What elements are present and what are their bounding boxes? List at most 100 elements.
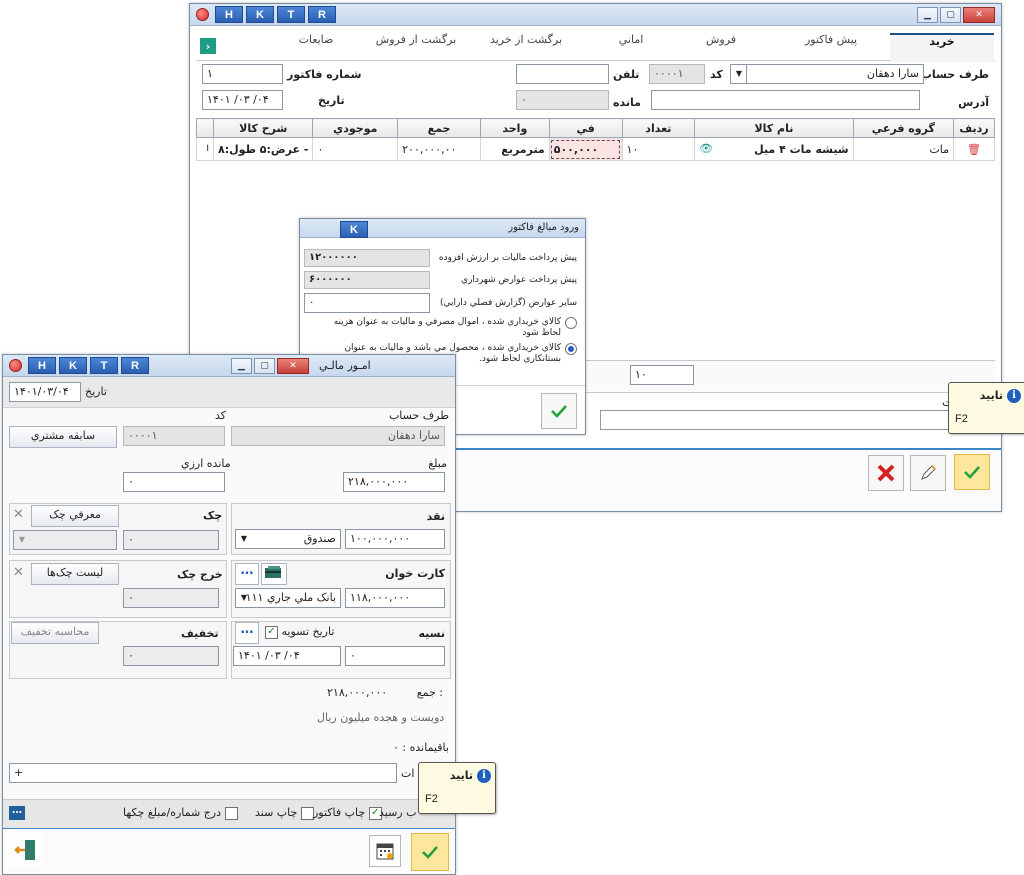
trash-icon[interactable]: 🗑	[967, 143, 981, 156]
settle-date-checkbox[interactable]: ✓	[265, 625, 278, 639]
customer-history-button[interactable]: سابقه مشتري	[9, 426, 117, 448]
minimize-button[interactable]: ▁	[917, 7, 938, 23]
tab-waste[interactable]: ضایعات	[276, 33, 356, 60]
dialog-confirm-button[interactable]	[541, 393, 577, 429]
maximize-button[interactable]: ▢	[940, 7, 961, 23]
table-row[interactable]: 🗑 مات شیشه مات ۴ میل 👁 ۱۰ ۵۰۰,۰۰۰ مترمرب…	[195, 137, 995, 161]
card-amount-field[interactable]: ۱۱۸,۰۰۰,۰۰۰	[345, 588, 445, 608]
cash-box-select[interactable]: صندوق ▼	[235, 529, 341, 549]
calculate-discount-button[interactable]: محاسبه تخفیف	[11, 622, 99, 644]
cheque-select[interactable]: ▼	[13, 530, 117, 550]
options-more-button[interactable]: …	[9, 806, 25, 820]
column-header-subgroup[interactable]: گروه فرعي	[852, 118, 955, 138]
cheque-numbers-checkbox[interactable]	[224, 806, 238, 820]
title-button-k[interactable]: K	[246, 6, 274, 23]
address-field[interactable]	[651, 90, 920, 110]
print-doc-option[interactable]: چاپ سند	[255, 806, 314, 820]
cell-product-name[interactable]: شیشه مات ۴ میل 👁	[694, 137, 854, 161]
cell-price[interactable]: ۵۰۰,۰۰۰	[548, 137, 623, 161]
municipal-tax-field[interactable]: ۶۰۰۰۰۰۰	[304, 271, 430, 289]
column-header-row-number[interactable]: ردیف	[953, 118, 995, 138]
cheque-list-button[interactable]: لیست چک‌ها	[31, 563, 119, 585]
title-button-h[interactable]: H	[215, 6, 243, 23]
account-dropdown-button[interactable]: ▼	[730, 64, 747, 84]
code-field[interactable]: ۰۰۰۰۱	[649, 64, 705, 84]
title-button-h[interactable]: H	[28, 357, 56, 374]
tab-sales-return[interactable]: برگشت از فروش	[366, 33, 466, 60]
product-radio[interactable]	[565, 343, 577, 355]
column-header-product-name[interactable]: نام کالا	[694, 118, 854, 138]
maximize-button[interactable]: ▢	[254, 358, 275, 374]
cell-total[interactable]: ۲۰۰,۰۰۰,۰۰	[397, 137, 481, 161]
cheque-numbers-option[interactable]: درج شماره/مبلغ چکها	[123, 806, 238, 820]
finance-date-field[interactable]: ۱۴۰۱/۰۳/۰۴	[9, 382, 81, 402]
notes-field[interactable]	[600, 410, 995, 430]
column-header-price[interactable]: في	[548, 118, 623, 138]
exit-button[interactable]	[9, 833, 43, 867]
cheque-intro-button[interactable]: معرفي چک	[31, 505, 119, 527]
tab-sales[interactable]: فروش	[686, 33, 756, 60]
close-button[interactable]: ✕	[277, 358, 309, 374]
title-button-r[interactable]: R	[121, 357, 149, 374]
invoice-number-field[interactable]: ۱	[202, 64, 283, 84]
card-terminal-icon[interactable]	[261, 563, 287, 585]
title-button-k[interactable]: K	[340, 221, 368, 238]
title-button-k[interactable]: K	[59, 357, 87, 374]
date-field[interactable]: ۱۴۰۱ /۰۳ /۰۴	[202, 90, 283, 110]
settle-date-toggle[interactable]: ✓ تاریخ تسویه	[265, 625, 334, 639]
tab-consignment[interactable]: اماني	[596, 33, 666, 60]
cell-description[interactable]: - عرض:۵ طول:۸	[213, 137, 314, 161]
cash-amount-field[interactable]: ۱۰۰,۰۰۰,۰۰۰	[345, 529, 445, 549]
tab-purchase-return[interactable]: برگشت از خرید	[476, 33, 576, 60]
notes-field[interactable]: +	[9, 763, 397, 783]
credit-amount-field[interactable]: ۰	[345, 646, 445, 666]
calendar-button[interactable]	[369, 835, 401, 867]
title-button-t[interactable]: T	[277, 6, 305, 23]
cell-quantity[interactable]: ۱۰	[621, 137, 696, 161]
dialog-title-bar: K ورود مبالغ فاکتور	[300, 219, 585, 238]
amount-field[interactable]: ۲۱۸,۰۰۰,۰۰۰	[343, 472, 445, 492]
finance-confirm-button[interactable]	[411, 833, 449, 871]
cell-stock[interactable]: ۰	[312, 137, 399, 161]
close-button[interactable]: ✕	[963, 7, 995, 23]
delete-row-cell[interactable]: 🗑	[953, 137, 995, 161]
settle-date-field[interactable]: ۱۴۰۱ /۰۳ /۰۴	[233, 646, 341, 666]
column-header-total[interactable]: جمع	[397, 118, 481, 138]
expense-radio[interactable]	[565, 317, 577, 329]
print-receipt-option[interactable]: ب رسید	[379, 806, 416, 819]
account-combo[interactable]: سارا دهقان	[731, 64, 924, 84]
column-header-stock[interactable]: موجودي	[312, 118, 399, 138]
card-bank-select[interactable]: بانک ملي جاري ۱۱۱ ▼	[235, 588, 341, 608]
column-header-description[interactable]: شرح کالا	[213, 118, 314, 138]
other-duties-field[interactable]: ۰	[304, 293, 430, 313]
clear-cheque-icon[interactable]: ✕	[13, 507, 24, 522]
cell-unit[interactable]: مترمربع	[479, 137, 550, 161]
title-button-r[interactable]: R	[308, 6, 336, 23]
chevron-right-icon[interactable]: ›	[200, 38, 216, 54]
settle-more-button[interactable]: …	[235, 622, 259, 644]
expense-option[interactable]: کالاي خریداري شده ، اموال مصرفي و مالیات…	[317, 317, 577, 339]
eye-icon[interactable]: 👁	[699, 142, 713, 155]
edit-button[interactable]	[910, 455, 946, 491]
column-header-unit[interactable]: واحد	[479, 118, 550, 138]
notes-plus-icon[interactable]: +	[14, 766, 23, 779]
tab-proforma[interactable]: پیش فاکتور	[786, 33, 876, 60]
minimize-button[interactable]: ▁	[231, 358, 252, 374]
print-invoice-option[interactable]: چاپ فاکتور ✓	[313, 806, 382, 820]
expense-option-text: کالاي خریداري شده ، اموال مصرفي و مالیات…	[333, 317, 561, 338]
cell-subgroup[interactable]: مات	[852, 137, 955, 161]
print-doc-checkbox[interactable]	[300, 806, 314, 820]
tab-purchase[interactable]: خرید	[890, 33, 994, 62]
vat-prepayment-field[interactable]: ۱۲۰۰۰۰۰۰	[304, 249, 430, 267]
card-bank-value: بانک ملي جاري ۱۱۱	[245, 591, 336, 604]
card-more-button[interactable]: …	[235, 563, 259, 585]
title-button-t[interactable]: T	[90, 357, 118, 374]
amount-label: مبلغ	[428, 457, 447, 470]
dialog-title: ورود مبالغ فاکتور	[508, 222, 579, 233]
confirm-button[interactable]	[954, 454, 990, 490]
sum-value: ۲۱۸,۰۰۰,۰۰۰	[327, 686, 388, 699]
column-header-quantity[interactable]: تعداد	[621, 118, 696, 138]
clear-cheque-out-icon[interactable]: ✕	[13, 565, 24, 580]
cancel-button[interactable]	[868, 455, 904, 491]
phone-field[interactable]	[516, 64, 609, 84]
